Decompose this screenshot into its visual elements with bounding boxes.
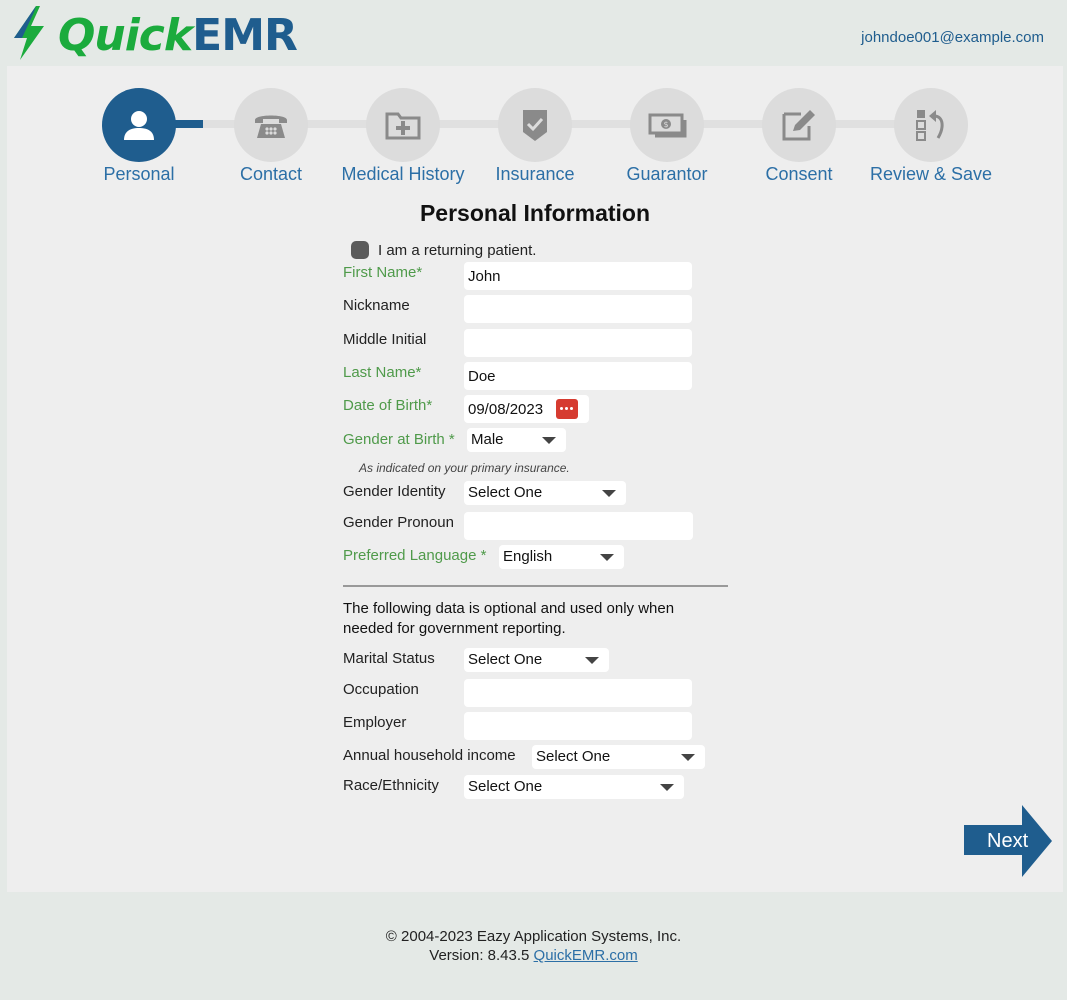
app-header: QuickEMR johndoe001@example.com <box>0 0 1067 66</box>
middle-initial-input[interactable] <box>464 329 692 357</box>
marital-status-label: Marital Status <box>343 650 435 667</box>
phone-icon <box>255 115 287 138</box>
step-personal[interactable]: Personal <box>69 88 209 185</box>
step-label: Review & Save <box>869 164 993 184</box>
selected-value: Select One <box>468 651 543 668</box>
step-label: Medical History <box>341 164 465 184</box>
gender-identity-select[interactable]: Select One <box>464 481 626 505</box>
first-name-input[interactable] <box>464 262 692 290</box>
person-icon <box>124 111 154 140</box>
annual-income-label: Annual household income <box>343 747 516 764</box>
chevron-down-icon <box>600 554 614 561</box>
nickname-input[interactable] <box>464 295 692 323</box>
selected-value: Select One <box>536 748 611 765</box>
version-number: Version: 8.43.5 <box>429 947 530 964</box>
gender-birth-note: As indicated on your primary insurance. <box>359 461 570 475</box>
step-contact[interactable]: Contact <box>201 88 341 185</box>
gender-pronoun-label: Gender Pronoun <box>343 514 454 531</box>
date-of-birth-label: Date of Birth* <box>343 397 433 414</box>
edit-icon <box>782 110 815 141</box>
review-icon <box>916 110 944 141</box>
race-ethnicity-label: Race/Ethnicity <box>343 777 439 794</box>
gender-pronoun-input[interactable] <box>464 512 693 540</box>
selected-value: Select One <box>468 778 543 795</box>
version-text: Version: 8.43.5 QuickEMR.com <box>0 947 1067 964</box>
race-ethnicity-select[interactable]: Select One <box>464 775 684 799</box>
date-picker-button[interactable] <box>556 399 578 419</box>
first-name-label: First Name* <box>343 264 423 281</box>
selected-value: Select One <box>468 484 543 501</box>
copyright-text: © 2004-2023 Eazy Application Systems, In… <box>385 928 682 945</box>
step-medical-history[interactable]: Medical History <box>333 88 473 185</box>
step-guarantor[interactable]: $ Guarantor <box>597 88 737 185</box>
medical-folder-icon <box>385 112 421 140</box>
occupation-input[interactable] <box>464 679 692 707</box>
step-label: Personal <box>103 164 175 184</box>
step-label: Consent <box>765 164 833 184</box>
optional-data-notice: The following data is optional and used … <box>343 600 675 637</box>
page-footer: © 2004-2023 Eazy Application Systems, In… <box>0 892 1067 1000</box>
user-email[interactable]: johndoe001@example.com <box>861 29 1044 46</box>
step-label: Insurance <box>495 164 575 184</box>
returning-patient-label: I am a returning patient. <box>378 242 537 259</box>
nickname-label: Nickname <box>343 297 410 314</box>
employer-label: Employer <box>343 714 407 731</box>
returning-patient-checkbox[interactable] <box>351 241 369 259</box>
last-name-label: Last Name* <box>343 364 422 381</box>
gender-at-birth-label: Gender at Birth * <box>343 431 455 448</box>
middle-initial-label: Middle Initial <box>343 331 427 348</box>
occupation-label: Occupation <box>343 681 419 698</box>
employer-input[interactable] <box>464 712 692 740</box>
chevron-down-icon <box>585 657 599 664</box>
annual-income-select[interactable]: Select One <box>532 745 705 769</box>
shield-check-icon <box>523 110 547 141</box>
quickemr-link[interactable]: QuickEMR.com <box>534 947 638 964</box>
preferred-language-label: Preferred Language * <box>343 547 487 564</box>
preferred-language-select[interactable]: English <box>499 545 624 569</box>
section-divider <box>343 585 728 587</box>
gender-at-birth-select[interactable]: Male <box>467 428 566 452</box>
svg-text:$: $ <box>663 120 668 129</box>
step-label: Guarantor <box>626 164 708 184</box>
chevron-down-icon <box>542 437 556 444</box>
step-consent[interactable]: Consent <box>729 88 869 185</box>
logo-text: QuickEMR <box>58 10 298 61</box>
step-review-save[interactable]: Review & Save <box>861 88 1001 185</box>
step-label: Contact <box>239 164 303 184</box>
money-icon: $ <box>648 113 687 138</box>
lightning-icon <box>14 6 44 60</box>
chevron-down-icon <box>660 784 674 791</box>
marital-status-select[interactable]: Select One <box>464 648 609 672</box>
last-name-input[interactable] <box>464 362 692 390</box>
chevron-down-icon <box>681 754 695 761</box>
next-button-label: Next <box>987 830 1029 852</box>
gender-identity-label: Gender Identity <box>343 483 446 500</box>
main-panel: Personal Contact Medical History Insuran… <box>7 66 1063 892</box>
selected-value: English <box>503 548 553 565</box>
page-title: Personal Information <box>419 200 651 226</box>
selected-value: Male <box>471 431 504 448</box>
chevron-down-icon <box>602 490 616 497</box>
step-insurance[interactable]: Insurance <box>465 88 605 185</box>
